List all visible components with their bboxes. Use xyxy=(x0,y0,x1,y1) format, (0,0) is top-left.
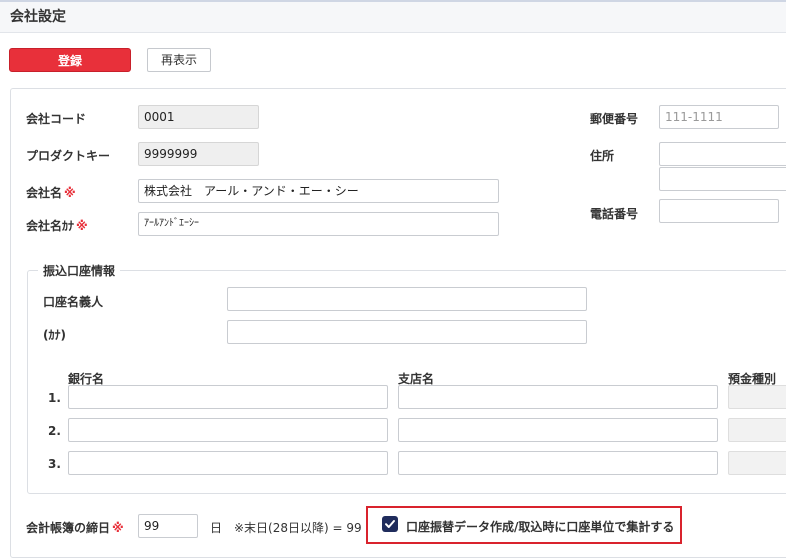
deposit-type-select-1[interactable] xyxy=(728,385,786,409)
branch-name-input-1[interactable] xyxy=(398,385,718,409)
phone-input[interactable] xyxy=(659,199,779,223)
closing-day-label: 会計帳簿の締日 ※ xyxy=(26,519,124,536)
bank-name-input-2[interactable] xyxy=(68,418,388,442)
branch-name-input-3[interactable] xyxy=(398,451,718,475)
address-line1-input[interactable] xyxy=(659,142,786,166)
bank-name-input-3[interactable] xyxy=(68,451,388,475)
postal-code-label: 郵便番号 xyxy=(590,112,639,126)
transfer-account-legend: 振込口座情報 xyxy=(38,262,121,279)
postal-code-input[interactable]: 111-1111 xyxy=(659,105,779,129)
deposit-type-select-2[interactable] xyxy=(728,418,786,442)
company-code-field: 0001 xyxy=(138,105,259,129)
company-name-kana-label: 会社名ｶﾅ ※ xyxy=(26,217,88,234)
aggregate-by-account-label[interactable]: 口座振替データ作成/取込時に口座単位で集計する xyxy=(406,518,674,535)
closing-day-label-text: 会計帳簿の締日 xyxy=(26,521,111,535)
product-key-field: 9999999 xyxy=(138,142,259,166)
page-title: 会社設定 xyxy=(10,9,66,25)
address-label: 住所 xyxy=(590,149,615,163)
closing-day-note: ※末日(28日以降) = 99 xyxy=(234,521,362,535)
company-name-kana-label-text: 会社名ｶﾅ xyxy=(26,219,75,233)
company-name-label-text: 会社名 xyxy=(26,186,63,200)
required-mark: ※ xyxy=(76,219,88,233)
address-line2-input[interactable] xyxy=(659,167,786,191)
register-button[interactable]: 登録 xyxy=(9,48,131,72)
branch-name-input-2[interactable] xyxy=(398,418,718,442)
phone-label: 電話番号 xyxy=(590,207,639,221)
account-holder-kana-label: (ｶﾅ) xyxy=(43,328,66,342)
required-mark: ※ xyxy=(112,521,124,535)
product-key-label: プロダクトキー xyxy=(26,149,111,163)
company-code-label: 会社コード xyxy=(26,112,87,126)
deposit-type-select-3[interactable] xyxy=(728,451,786,475)
account-holder-kana-input[interactable] xyxy=(227,320,587,344)
row-number-1: 1. xyxy=(48,391,61,405)
company-name-kana-input[interactable]: ｱｰﾙｱﾝﾄﾞｴｰｼｰ xyxy=(138,212,499,236)
checkmark-icon xyxy=(385,520,395,528)
closing-day-input[interactable]: 99 xyxy=(138,514,198,538)
redisplay-button[interactable]: 再表示 xyxy=(147,48,211,72)
company-name-input[interactable]: 株式会社 アール・アンド・エー・シー xyxy=(138,179,499,203)
page-header: 会社設定 xyxy=(0,2,786,33)
closing-day-unit: 日 xyxy=(210,521,223,535)
row-number-3: 3. xyxy=(48,457,61,471)
aggregate-by-account-checkbox[interactable] xyxy=(382,516,398,532)
account-holder-input[interactable] xyxy=(227,287,587,311)
required-mark: ※ xyxy=(64,186,76,200)
account-holder-label: 口座名義人 xyxy=(43,295,104,309)
row-number-2: 2. xyxy=(48,424,61,438)
bank-name-input-1[interactable] xyxy=(68,385,388,409)
company-name-label: 会社名 ※ xyxy=(26,184,76,201)
